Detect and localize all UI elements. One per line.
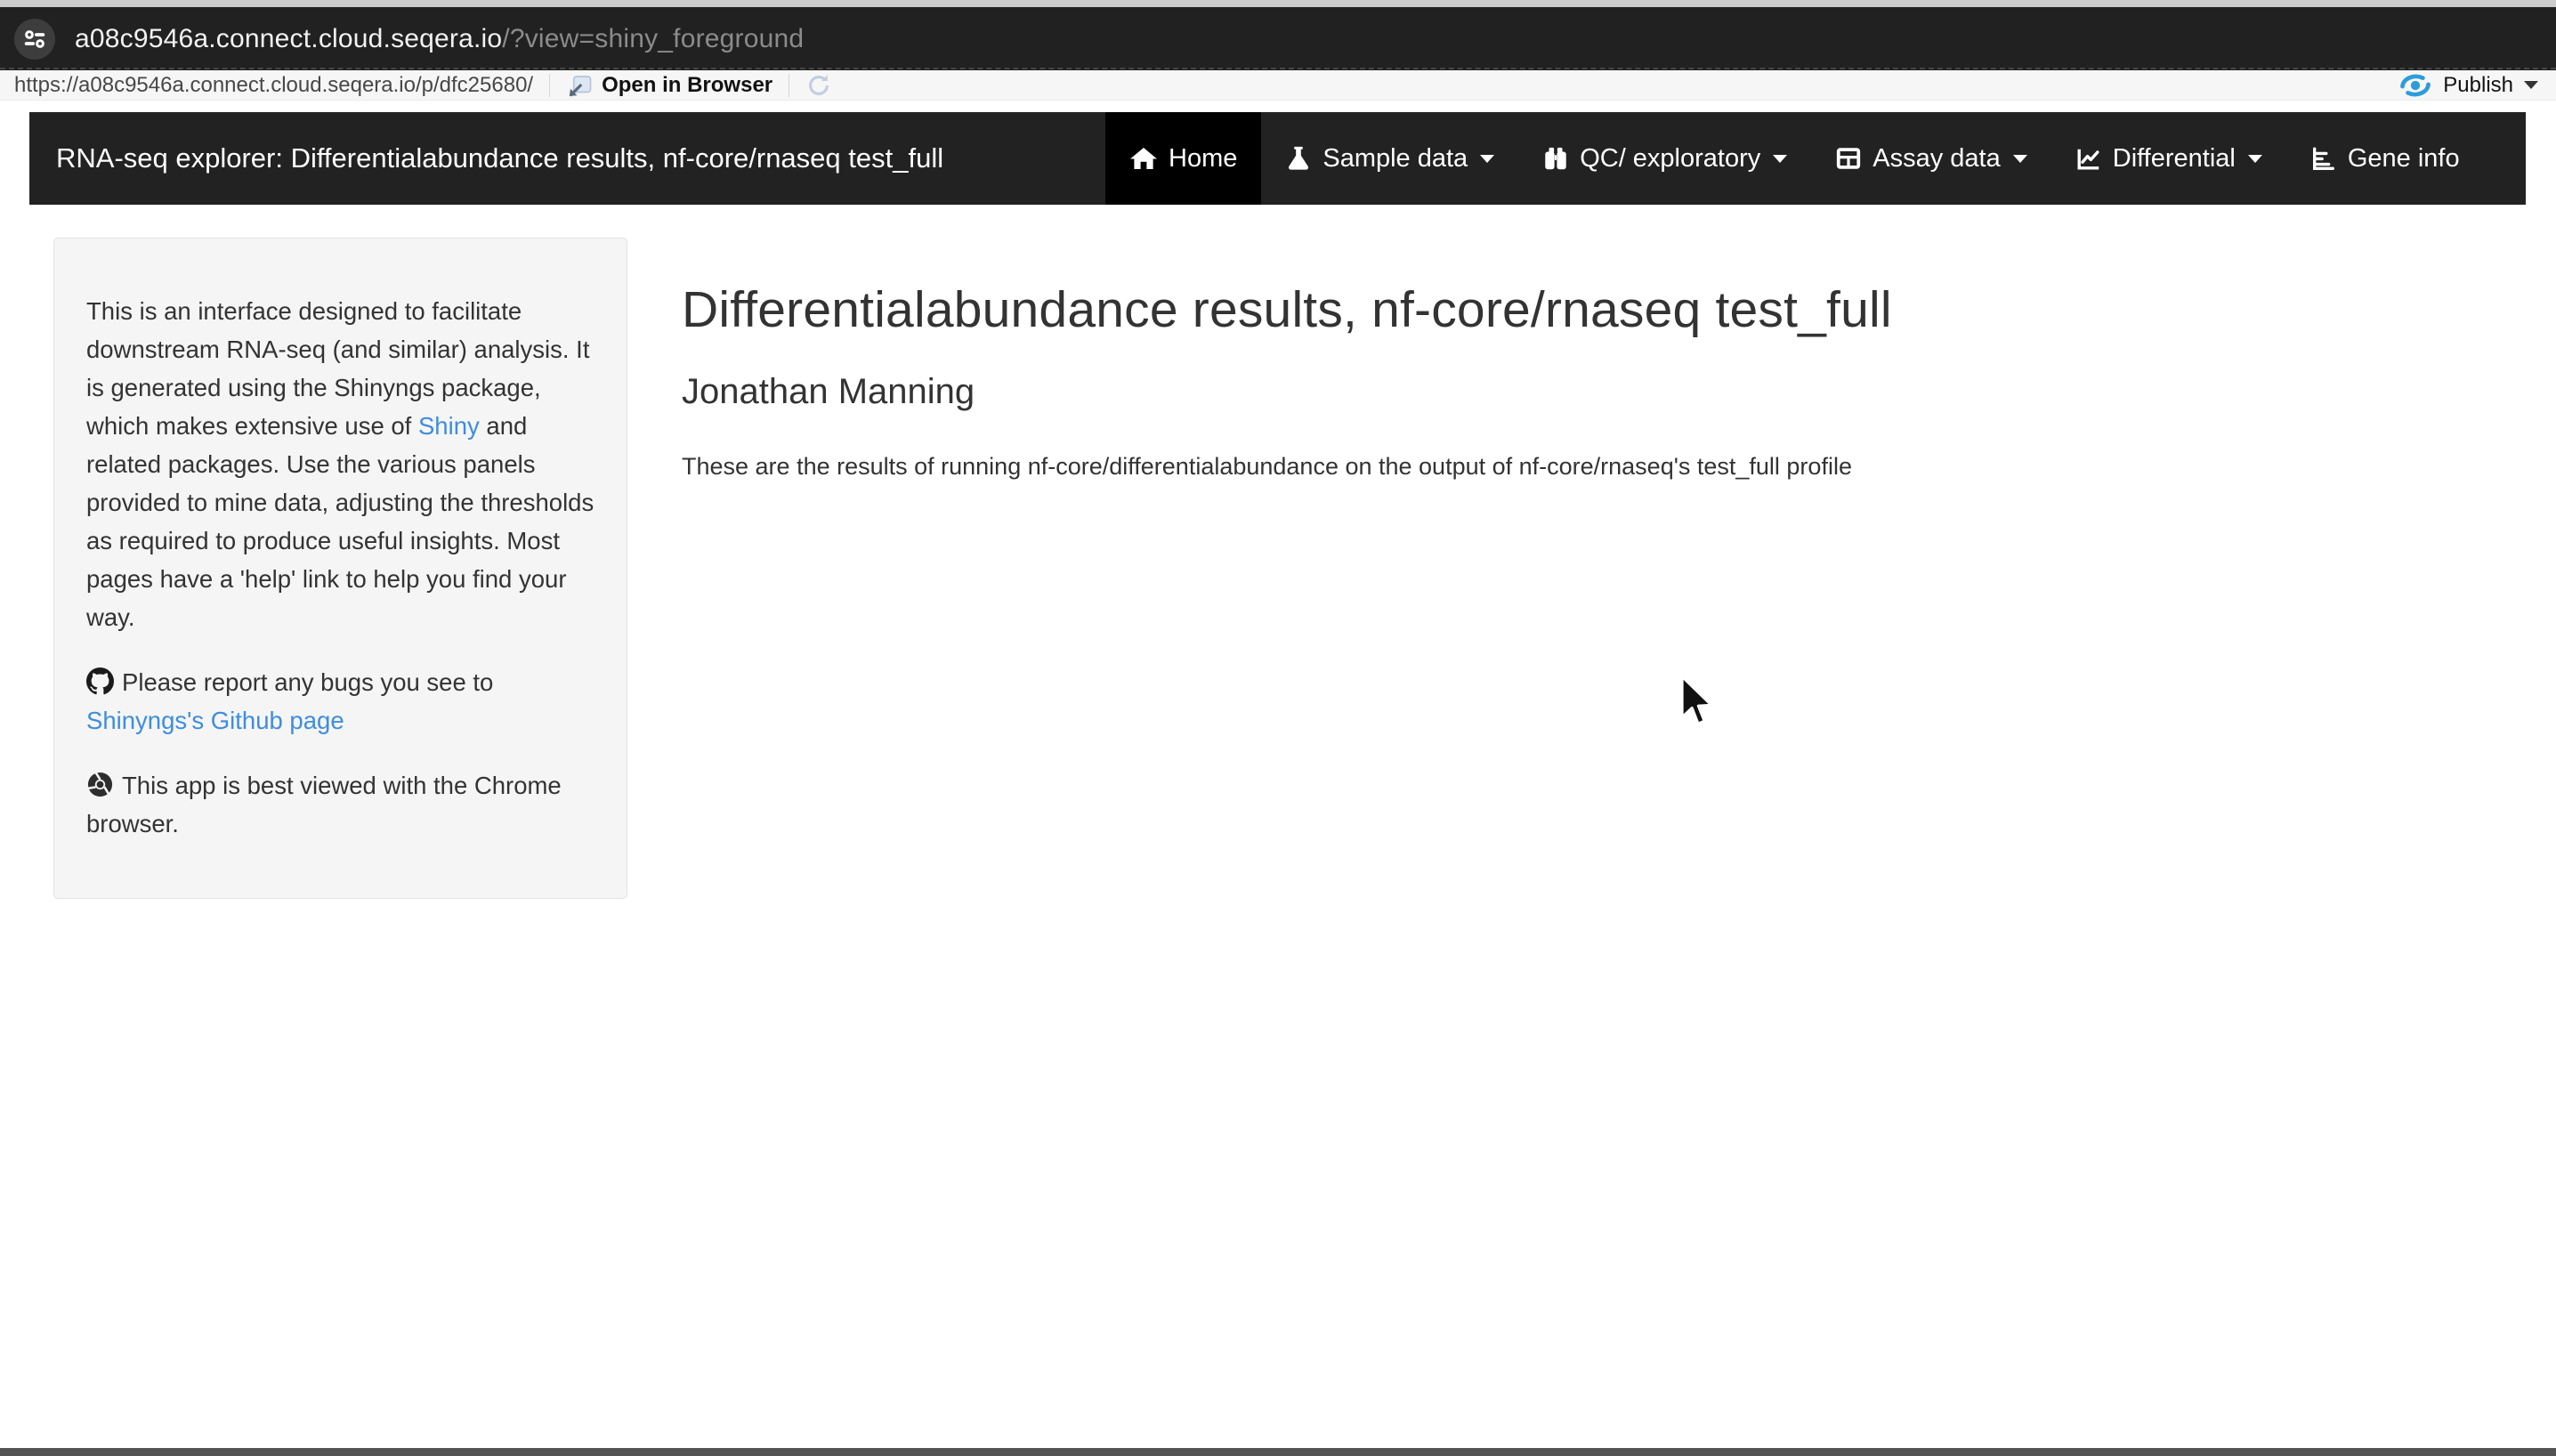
page-author: Jonathan Manning (682, 372, 2070, 412)
nav-item-label: Differential (2113, 144, 2236, 174)
main-content: Differentialabundance results, nf-core/r… (682, 281, 2070, 481)
flask-icon (1285, 144, 1312, 173)
bugs-text: Please report any bugs you see to (122, 668, 493, 696)
site-settings-button[interactable] (14, 19, 55, 60)
nav-item-label: Home (1169, 144, 1237, 174)
nav-item-differential[interactable]: Differential (2051, 112, 2286, 205)
sidebar-intro-paragraph: This is an interface designed to facilit… (86, 292, 595, 636)
browser-address-bar: a08c9546a.connect.cloud.seqera.io/?view=… (0, 7, 2556, 70)
home-icon (1129, 144, 1158, 173)
nav-item-gene-info[interactable]: Gene info (2286, 112, 2484, 205)
nav-item-label: Gene info (2348, 144, 2460, 174)
chevron-down-icon (2013, 155, 2027, 163)
nav-item-sample-data[interactable]: Sample data (1261, 112, 1518, 205)
screen-bottom-bar (0, 1448, 2556, 1456)
nav-item-label: QC/ exploratory (1580, 144, 1760, 174)
binoculars-icon (1542, 144, 1569, 173)
connect-publish-logo-icon (2398, 73, 2432, 98)
open-in-browser-button[interactable]: Open in Browser (566, 72, 772, 99)
open-in-browser-label: Open in Browser (602, 73, 772, 98)
chevron-down-icon (1773, 155, 1787, 163)
table-icon (1835, 144, 1862, 173)
nav-item-label: Assay data (1873, 144, 2000, 174)
nav-item-qc-exploratory[interactable]: QC/ exploratory (1518, 112, 1811, 205)
open-in-browser-icon (566, 72, 593, 99)
sidebar-info-panel: This is an interface designed to facilit… (53, 238, 627, 899)
screen-top-strip (0, 0, 2556, 7)
chart-bars-icon (2310, 144, 2337, 173)
sidebar-bugs-paragraph: Please report any bugs you see to Shinyn… (86, 663, 595, 740)
shinyngs-github-link[interactable]: Shinyngs's Github page (86, 707, 344, 734)
nav-item-label: Sample data (1322, 144, 1468, 174)
connect-toolbar: https://a08c9546a.connect.cloud.seqera.i… (0, 70, 2556, 101)
tune-sliders-icon (21, 26, 48, 53)
chrome-text: This app is best viewed with the Chrome … (86, 772, 562, 837)
navbar-menu: Home Sample data QC/ exploratory (1105, 112, 2484, 205)
app-navbar: RNA-seq explorer: Differentialabundance … (29, 112, 2526, 205)
page-description: These are the results of running nf-core… (682, 453, 2070, 481)
intro-text-after: and related packages. Use the various pa… (86, 412, 594, 631)
address-query: /?view=shiny_foreground (502, 24, 804, 53)
chart-line-icon (2075, 144, 2102, 173)
publish-caret-icon (2524, 81, 2538, 89)
address-host: a08c9546a.connect.cloud.seqera.io (75, 24, 502, 53)
chevron-down-icon (2248, 155, 2262, 163)
shiny-link[interactable]: Shiny (418, 412, 480, 440)
nav-item-assay-data[interactable]: Assay data (1811, 112, 2050, 205)
chrome-icon (86, 771, 114, 798)
publish-button[interactable]: Publish (2398, 73, 2538, 98)
app-title: RNA-seq explorer: Differentialabundance … (29, 112, 970, 205)
toolbar-divider (549, 74, 550, 97)
address-url[interactable]: a08c9546a.connect.cloud.seqera.io/?view=… (75, 24, 804, 54)
sidebar-chrome-paragraph: This app is best viewed with the Chrome … (86, 766, 595, 843)
chevron-down-icon (1480, 155, 1494, 163)
publish-label: Publish (2443, 73, 2513, 98)
page-title: Differentialabundance results, nf-core/r… (682, 281, 2070, 340)
refresh-icon[interactable] (805, 72, 832, 99)
nav-item-home[interactable]: Home (1105, 112, 1261, 205)
address-bar-dashed-edge (0, 68, 2556, 69)
page-url-text: https://a08c9546a.connect.cloud.seqera.i… (14, 73, 533, 98)
github-icon (86, 667, 114, 695)
mouse-cursor (1678, 675, 1718, 730)
